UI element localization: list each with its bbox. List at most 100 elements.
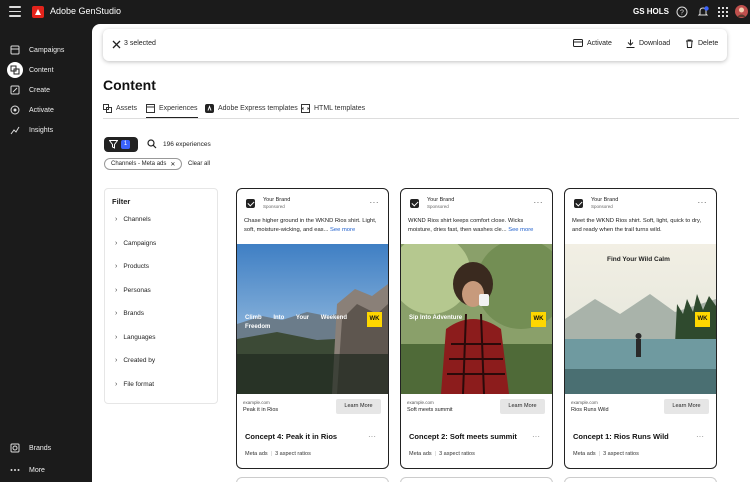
card-checkbox[interactable] <box>574 199 583 208</box>
insights-icon <box>7 122 23 138</box>
filter-created-by[interactable]: › Created by <box>115 357 155 364</box>
html-template-icon <box>301 104 310 113</box>
see-more-link[interactable]: See more <box>508 227 533 233</box>
trash-icon <box>686 39 693 48</box>
tab-assets[interactable]: Assets <box>103 104 137 113</box>
nav-more[interactable]: More <box>7 461 87 479</box>
chevron-right-icon: › <box>115 287 118 294</box>
brands-icon <box>7 440 23 456</box>
card-options-icon[interactable]: ··· <box>368 432 376 441</box>
card-meta: Meta ads | 3 aspect ratios <box>573 451 639 457</box>
card-site: example.com <box>407 400 434 405</box>
nav-activate[interactable]: Activate <box>7 101 87 119</box>
card-sponsored: Sponsored <box>263 204 285 209</box>
card-overlay-text: Find Your Wild Calm <box>607 256 670 263</box>
close-selection-icon[interactable] <box>112 40 121 49</box>
tab-experiences[interactable]: Experiences <box>146 104 198 119</box>
delete-button[interactable]: Delete <box>685 39 718 48</box>
help-icon[interactable]: ? <box>676 6 688 18</box>
chevron-right-icon: › <box>115 263 118 270</box>
brand-logo: WK <box>367 312 382 327</box>
tab-html-templates[interactable]: HTML templates <box>301 104 365 113</box>
card-copy: WKND Rios shirt keeps comfort close. Wic… <box>408 218 534 233</box>
card-checkbox[interactable] <box>246 199 255 208</box>
filter-icon <box>109 140 118 149</box>
filter-file-format[interactable]: › File format <box>115 381 154 388</box>
activate-icon <box>573 39 583 47</box>
assets-icon <box>103 104 112 113</box>
adobe-express-icon <box>205 104 214 113</box>
nav-create[interactable]: Create <box>7 81 87 99</box>
campaigns-icon <box>7 42 23 58</box>
top-bar: Adobe GenStudio GS HOLS ? <box>0 0 750 24</box>
chevron-right-icon: › <box>115 310 118 317</box>
card-overlay-text: Climb Into Your Weekend Freedom <box>245 315 348 330</box>
notifications-bell-icon[interactable] <box>697 6 709 18</box>
next-row-card <box>564 477 717 482</box>
chevron-right-icon: › <box>115 334 118 341</box>
filter-panel: Filter › Channels › Campaigns › Products › P… <box>104 188 218 404</box>
experience-card[interactable]: Your Brand Sponsored ··· WKND Rios shirt… <box>400 188 553 469</box>
card-meta: Meta ads | 3 aspect ratios <box>245 451 311 457</box>
card-headline: Peak it in Rios <box>243 407 279 413</box>
search-icon[interactable] <box>147 139 157 149</box>
left-nav: Campaigns Content Create Activate Insigh… <box>0 24 92 482</box>
card-options-icon[interactable]: ··· <box>532 432 540 441</box>
chevron-right-icon: › <box>115 216 118 223</box>
filter-personas[interactable]: › Personas <box>115 287 151 294</box>
filter-brands[interactable]: › Brands <box>115 310 144 317</box>
learn-more-button[interactable]: Learn More <box>336 399 381 414</box>
card-menu-icon[interactable]: ··· <box>370 198 380 207</box>
nav-campaigns[interactable]: Campaigns <box>7 41 87 59</box>
learn-more-button[interactable]: Learn More <box>500 399 545 414</box>
see-more-link[interactable]: See more <box>330 227 355 233</box>
card-title: Concept 4: Peak it in Rios <box>245 432 338 441</box>
create-icon <box>7 82 23 98</box>
main-content: 3 selected Activate Download Delete Cont… <box>92 24 750 482</box>
page-title: Content <box>103 77 156 93</box>
card-copy: Chase higher ground in the WKND Rios shi… <box>244 218 377 233</box>
card-overlay-text: Sip Into Adventure <box>409 315 463 321</box>
learn-more-button[interactable]: Learn More <box>664 399 709 414</box>
chip-close-icon[interactable]: ✕ <box>170 161 175 168</box>
card-brand: Your Brand <box>591 197 619 203</box>
filter-chip[interactable]: Channels - Meta ads ✕ <box>104 158 183 170</box>
chevron-right-icon: › <box>115 357 118 364</box>
next-row-card <box>236 477 389 482</box>
hamburger-menu-icon[interactable] <box>9 6 21 17</box>
filter-products[interactable]: › Products <box>115 263 149 270</box>
card-checkbox[interactable] <box>410 199 419 208</box>
clear-all-link[interactable]: Clear all <box>188 161 210 167</box>
avatar[interactable] <box>735 5 748 18</box>
nav-brands[interactable]: Brands <box>7 439 87 457</box>
nav-insights[interactable]: Insights <box>7 121 87 139</box>
card-menu-icon[interactable]: ··· <box>698 198 708 207</box>
download-button[interactable]: Download <box>626 39 670 48</box>
brand-logo: WK <box>695 312 710 327</box>
app-switcher-icon[interactable] <box>717 6 729 18</box>
tab-adobe-express-templates[interactable]: Adobe Express templates <box>205 104 298 113</box>
selection-action-bar: 3 selected Activate Download Delete <box>103 29 727 61</box>
app-name: Adobe GenStudio <box>50 6 122 16</box>
activate-icon <box>7 102 23 118</box>
filter-languages[interactable]: › Languages <box>115 334 156 341</box>
card-menu-icon[interactable]: ··· <box>534 198 544 207</box>
card-meta: Meta ads | 3 aspect ratios <box>409 451 475 457</box>
activate-button[interactable]: Activate <box>573 39 612 48</box>
nav-content[interactable]: Content <box>7 61 87 79</box>
filter-channels[interactable]: › Channels <box>115 216 151 223</box>
content-icon <box>7 62 23 78</box>
svg-text:?: ? <box>680 10 684 17</box>
card-options-icon[interactable]: ··· <box>696 432 704 441</box>
card-brand: Your Brand <box>427 197 455 203</box>
filter-toggle-button[interactable]: 1 <box>104 137 138 152</box>
experience-card[interactable]: Your Brand Sponsored ··· Chase higher gr… <box>236 188 389 469</box>
card-headline: Rios Runs Wild <box>571 407 609 413</box>
chevron-right-icon: › <box>115 240 118 247</box>
card-title: Concept 2: Soft meets summit <box>409 432 517 441</box>
experience-card[interactable]: Your Brand Sponsored ··· Meet the WKND R… <box>564 188 717 469</box>
org-switcher[interactable]: GS HOLS <box>633 7 669 16</box>
card-headline: Soft meets summit <box>407 407 453 413</box>
filter-campaigns[interactable]: › Campaigns <box>115 240 156 247</box>
selected-count: 3 selected <box>124 40 156 47</box>
